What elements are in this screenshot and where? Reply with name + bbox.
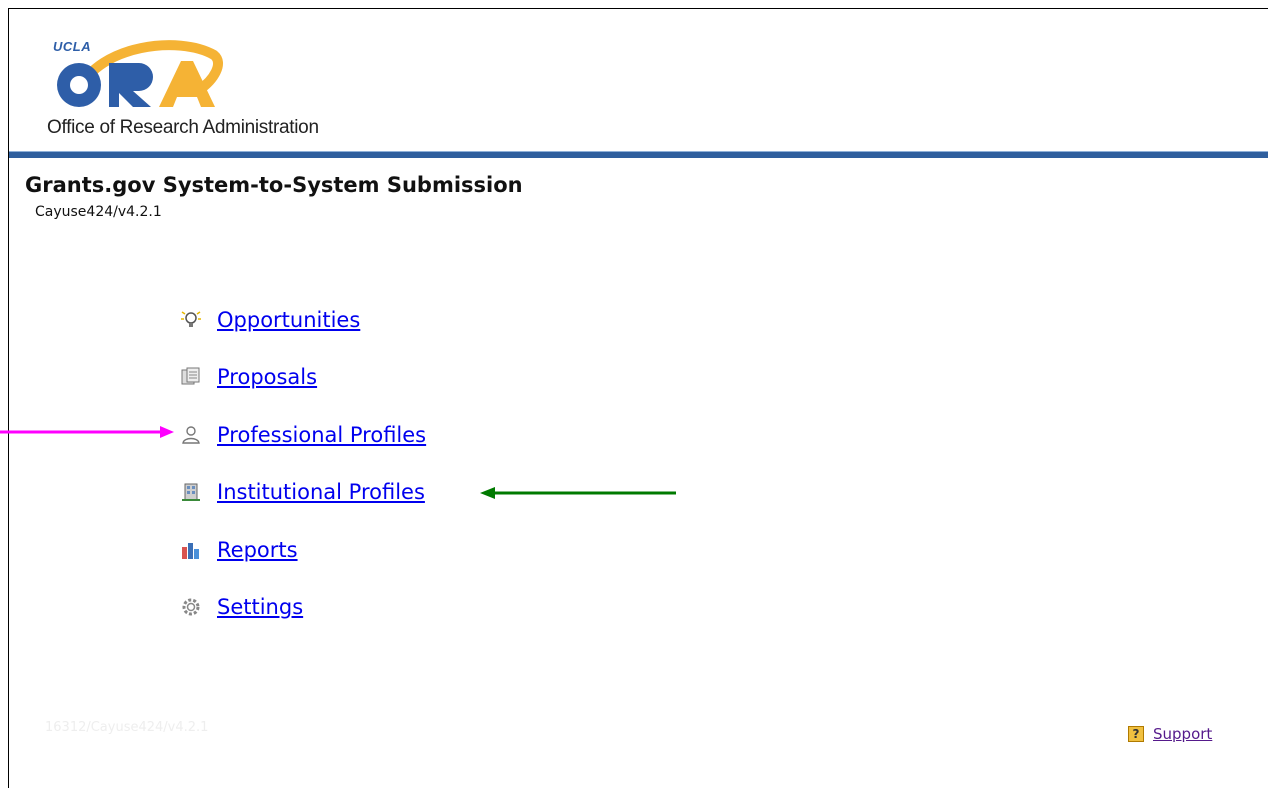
professional-profiles-link[interactable]: Professional Profiles <box>217 423 426 447</box>
version-label: Cayuse424/v4.2.1 <box>35 204 162 220</box>
header-divider <box>9 151 1268 158</box>
help-icon: ? <box>1128 726 1144 742</box>
lightbulb-icon <box>180 309 202 331</box>
menu-item-institutional-profiles[interactable]: Institutional Profiles <box>180 477 425 507</box>
proposals-link[interactable]: Proposals <box>217 365 317 389</box>
institutional-profiles-link[interactable]: Institutional Profiles <box>217 480 425 504</box>
opportunities-link[interactable]: Opportunities <box>217 308 360 332</box>
logo-subtitle: Office of Research Administration <box>47 117 319 138</box>
settings-link[interactable]: Settings <box>217 595 303 619</box>
support-link[interactable]: Support <box>1153 725 1212 743</box>
building-icon <box>180 481 202 503</box>
person-icon <box>180 424 202 446</box>
page-title: Grants.gov System-to-System Submission <box>25 173 523 197</box>
reports-link[interactable]: Reports <box>217 538 298 562</box>
menu-item-proposals[interactable]: Proposals <box>180 362 317 392</box>
logo-ucla-text: UCLA <box>53 39 92 54</box>
menu-item-professional-profiles[interactable]: Professional Profiles <box>180 420 426 450</box>
pink-arrow-annotation <box>0 426 174 438</box>
menu-item-settings[interactable]: Settings <box>180 592 303 622</box>
bar-chart-icon <box>180 539 202 561</box>
support-link-group[interactable]: ? Support <box>1128 725 1212 743</box>
gear-icon <box>180 596 202 618</box>
proposals-icon <box>180 366 202 388</box>
menu-item-reports[interactable]: Reports <box>180 535 298 565</box>
menu-item-opportunities[interactable]: Opportunities <box>180 305 360 335</box>
header: UCLA Office of Research Administration <box>9 9 1268 151</box>
green-arrow-annotation <box>480 487 676 499</box>
build-id: 16312/Cayuse424/v4.2.1 <box>45 720 209 735</box>
ucla-ora-logo: UCLA Office of Research Administration <box>39 35 369 145</box>
